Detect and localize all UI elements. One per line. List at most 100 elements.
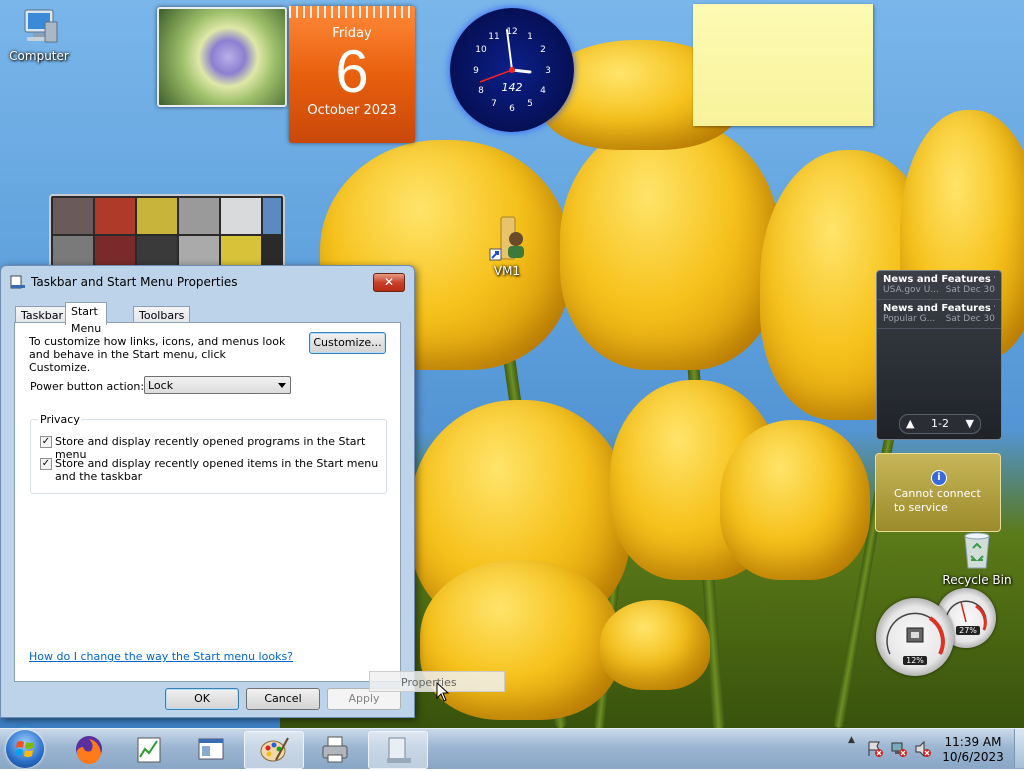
taskbar-properties-icon — [387, 737, 411, 763]
info-icon: i — [931, 470, 947, 486]
privacy-items-checkbox[interactable]: ✓ — [40, 458, 52, 470]
slideshow-tile — [95, 198, 135, 234]
feed-item[interactable]: News and Features f... USA.gov U... Sat D… — [877, 271, 1001, 300]
taskbar-firefox[interactable] — [60, 731, 118, 767]
calendar-day: 6 — [335, 38, 369, 105]
tab-start-menu[interactable]: Start Menu — [65, 302, 108, 335]
feed-pager-label: 1-2 — [931, 417, 949, 430]
feed-next-icon[interactable]: ▼ — [966, 415, 974, 433]
power-button-select[interactable]: Lock — [144, 376, 291, 394]
start-button[interactable] — [6, 730, 44, 768]
window-app-icon — [198, 738, 224, 760]
network-icon[interactable] — [890, 740, 908, 758]
slideshow-tile — [179, 198, 219, 234]
dialog-titlebar[interactable]: Taskbar and Start Menu Properties ✕ — [1, 266, 414, 296]
recycle-bin-desktop-icon[interactable]: Recycle Bin — [942, 528, 1012, 587]
taskbar-time: 11:39 AM — [944, 735, 1002, 749]
paint-palette-icon — [260, 737, 289, 762]
close-icon: ✕ — [383, 275, 395, 289]
customize-button[interactable]: Customize... — [309, 332, 386, 354]
calendar-rings — [289, 6, 415, 18]
action-center-icon[interactable] — [866, 740, 884, 758]
svg-text:7: 7 — [491, 99, 497, 109]
slideshow-tile — [53, 198, 93, 234]
firefox-icon — [76, 736, 102, 765]
svg-text:6: 6 — [509, 104, 515, 114]
feed-item-date: Sat Dec 30 — [945, 314, 995, 324]
taskbar-printer[interactable] — [306, 731, 364, 767]
feed-item-source: Popular G... — [883, 314, 936, 324]
windows-logo-icon — [15, 741, 34, 757]
cpu-value: 12% — [903, 656, 927, 665]
calendar-month-year: October 2023 — [307, 103, 397, 118]
privacy-legend: Privacy — [38, 413, 82, 426]
feed-item-title: News and Features f... — [883, 303, 995, 314]
svg-text:3: 3 — [545, 66, 551, 76]
taskbar-date: 10/6/2023 — [942, 750, 1004, 764]
sticky-note-gadget[interactable] — [693, 4, 873, 126]
slideshow-tile — [221, 198, 261, 234]
taskbar-paint[interactable] — [244, 731, 304, 769]
chart-app-icon — [137, 737, 161, 763]
recycle-bin-icon-label: Recycle Bin — [942, 573, 1012, 587]
wallpaper-tulip — [720, 420, 870, 580]
taskbar-perfmon[interactable] — [120, 731, 178, 767]
taskbar-properties-dialog: Taskbar and Start Menu Properties ✕ Task… — [0, 265, 415, 718]
taskbar: ▲ — [0, 728, 1024, 769]
feed-item-title: News and Features f... — [883, 274, 995, 285]
slideshow-tile — [263, 198, 281, 234]
svg-text:9: 9 — [473, 66, 479, 76]
feed-prev-icon[interactable]: ▲ — [906, 415, 914, 433]
svg-text:10: 10 — [475, 45, 487, 55]
computer-desktop-icon[interactable]: Computer — [6, 8, 72, 63]
clock-gadget[interactable]: 12 1 2 345 678 9 10 11 142 — [450, 8, 574, 132]
show-desktop-button[interactable] — [1014, 729, 1024, 768]
volume-muted-icon[interactable] — [914, 740, 932, 758]
printer-icon — [322, 736, 348, 763]
svg-text:2: 2 — [540, 45, 546, 55]
taskbar-properties-icon — [10, 275, 25, 289]
cancel-button[interactable]: Cancel — [246, 688, 320, 710]
privacy-items-label[interactable]: Store and display recently opened items … — [55, 457, 380, 483]
power-button-label: Power button action: — [30, 380, 145, 393]
slideshow-tile — [137, 198, 177, 234]
feed-headlines-gadget[interactable]: News and Features f... USA.gov U... Sat D… — [876, 270, 1002, 440]
taskbar-properties-window[interactable] — [368, 731, 428, 769]
memory-value: 27% — [956, 626, 980, 635]
clock-label: 142 — [501, 81, 523, 94]
feed-item-date: Sat Dec 30 — [945, 285, 995, 295]
cpu-meter-gadget[interactable]: 12% — [876, 598, 954, 676]
close-button[interactable]: ✕ — [373, 273, 405, 292]
start-menu-tab-panel: To customize how links, icons, and menus… — [14, 322, 401, 682]
chevron-down-icon — [278, 383, 286, 388]
vm1-icon-label: VM1 — [493, 264, 521, 278]
help-link[interactable]: How do I change the way the Start menu l… — [29, 650, 293, 663]
show-hidden-icons-button[interactable]: ▲ — [848, 735, 858, 761]
wallpaper-tulip — [420, 560, 620, 720]
svg-text:5: 5 — [527, 99, 533, 109]
power-button-value: Lock — [148, 379, 174, 392]
clock-face: 12 12 345 678 91011 — [473, 27, 551, 114]
media-slideshow-gadget[interactable] — [49, 194, 285, 270]
calendar-gadget[interactable]: Friday 6 October 2023 — [289, 6, 415, 143]
taskbar-clock[interactable]: 11:39 AM 10/6/2023 — [938, 735, 1008, 765]
vm1-shortcut-icon — [489, 216, 524, 261]
feed-item[interactable]: News and Features f... Popular G... Sat D… — [877, 300, 1001, 329]
feed-pager: ▲ 1-2 ▼ — [899, 414, 981, 434]
privacy-group: Privacy ✓ Store and display recently ope… — [30, 413, 387, 494]
computer-icon-label: Computer — [9, 49, 69, 63]
customize-description: To customize how links, icons, and menus… — [29, 335, 286, 374]
feed-item-source: USA.gov U... — [883, 285, 939, 295]
ok-button[interactable]: OK — [165, 688, 239, 710]
weather-message: Cannot connect to service — [894, 487, 981, 514]
privacy-programs-checkbox[interactable]: ✓ — [40, 436, 52, 448]
weather-gadget[interactable]: i Cannot connect to service — [875, 453, 1001, 532]
taskbar-window-app[interactable] — [182, 731, 240, 767]
recycle-bin-icon — [964, 532, 990, 569]
svg-text:1: 1 — [527, 32, 533, 42]
vm1-desktop-icon[interactable]: VM1 — [480, 215, 534, 278]
slideshow-photo-gadget[interactable] — [157, 7, 287, 107]
chevron-up-icon: ▲ — [848, 735, 855, 745]
computer-icon — [24, 9, 58, 43]
wallpaper-tulip — [600, 600, 710, 690]
